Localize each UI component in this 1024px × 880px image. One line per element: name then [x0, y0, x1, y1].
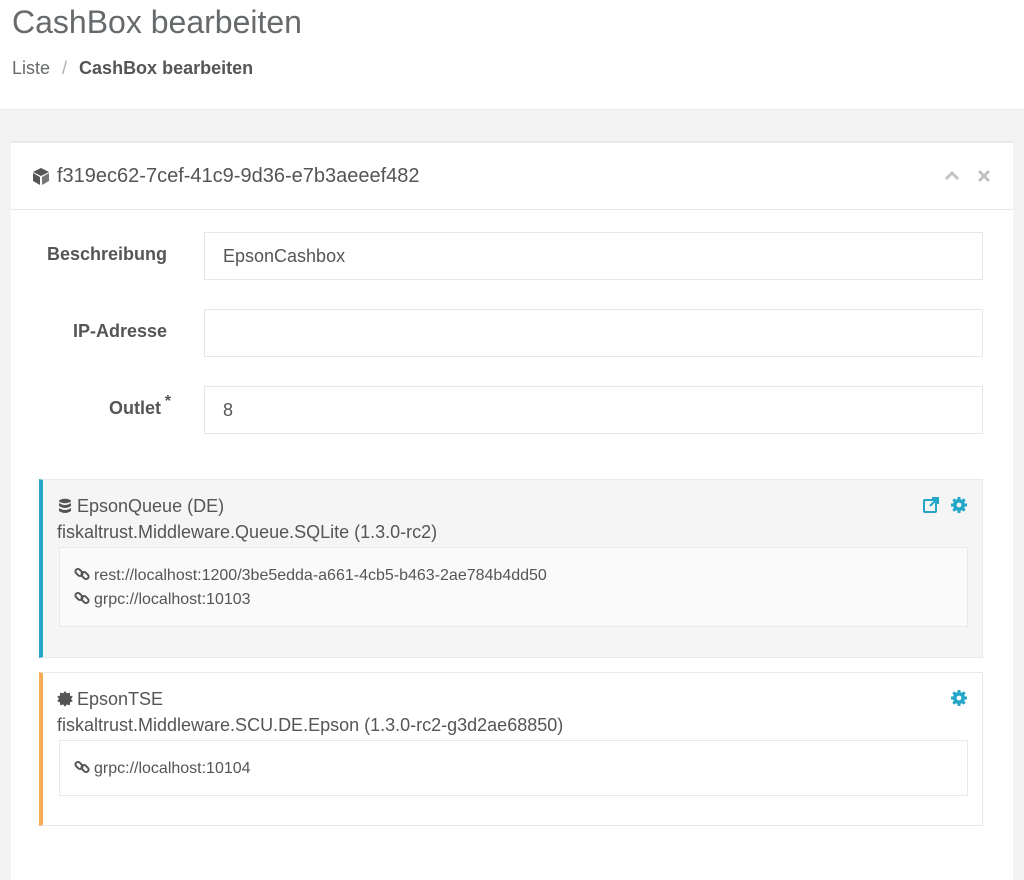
- chevron-up-icon[interactable]: [943, 167, 961, 185]
- description-label: Beschreibung: [46, 244, 167, 264]
- breadcrumb: Liste / CashBox bearbeiten: [12, 57, 253, 79]
- outlet-row: Outlet *: [11, 386, 1013, 434]
- breadcrumb-list-link[interactable]: Liste: [12, 58, 50, 78]
- close-icon[interactable]: [975, 167, 993, 185]
- cashbox-panel: f319ec62-7cef-41c9-9d36-e7b3aeeef482 Bes…: [11, 141, 1013, 880]
- url-text: rest://localhost:1200/3be5edda-a661-4cb5…: [94, 567, 547, 584]
- url-text: grpc://localhost:10104: [94, 760, 251, 777]
- ip-address-input[interactable]: [204, 309, 983, 357]
- panel-header: f319ec62-7cef-41c9-9d36-e7b3aeeef482: [11, 143, 1013, 210]
- url-item[interactable]: rest://localhost:1200/3be5edda-a661-4cb5…: [74, 566, 547, 586]
- gear-icon[interactable]: [950, 689, 968, 707]
- outlet-input[interactable]: [204, 386, 983, 434]
- queue-url-box: rest://localhost:1200/3be5edda-a661-4cb5…: [59, 547, 968, 627]
- scu-actions: [944, 689, 968, 712]
- gear-icon[interactable]: [950, 496, 968, 514]
- breadcrumb-current: CashBox bearbeiten: [79, 58, 254, 78]
- ip-address-row: IP-Adresse: [11, 309, 1013, 357]
- queue-package-card: EpsonQueue (DE) fiskaltrust.Middleware.Q…: [39, 479, 983, 658]
- external-link-icon[interactable]: [922, 496, 940, 514]
- queue-package-name: fiskaltrust.Middleware.Queue.SQLite (1.3…: [57, 522, 438, 542]
- breadcrumb-separator: /: [62, 58, 68, 78]
- outlet-label-text: Outlet: [109, 398, 161, 418]
- panel-tools: [933, 167, 993, 190]
- url-item[interactable]: grpc://localhost:10104: [74, 759, 251, 779]
- scu-header: EpsonTSE: [57, 687, 163, 711]
- database-icon: [59, 498, 71, 513]
- queue-header: EpsonQueue (DE): [57, 494, 224, 518]
- scu-package-name: fiskaltrust.Middleware.SCU.DE.Epson (1.3…: [57, 715, 564, 735]
- page-title: CashBox bearbeiten: [12, 4, 302, 40]
- url-text: grpc://localhost:10103: [94, 591, 251, 608]
- scu-name: EpsonTSE: [77, 689, 164, 709]
- queue-name: EpsonQueue (DE): [77, 496, 225, 516]
- cube-icon: [33, 168, 49, 185]
- certificate-icon: [57, 691, 73, 707]
- url-item[interactable]: grpc://localhost:10103: [74, 590, 251, 610]
- scu-package-card: EpsonTSE fiskaltrust.Middleware.SCU.DE.E…: [39, 672, 983, 826]
- required-marker: *: [164, 393, 171, 410]
- panel-title: f319ec62-7cef-41c9-9d36-e7b3aeeef482: [57, 165, 420, 187]
- description-row: Beschreibung: [11, 232, 1013, 280]
- scu-url-box: grpc://localhost:10104: [59, 740, 968, 796]
- description-input[interactable]: [204, 232, 983, 280]
- link-icon: [74, 760, 90, 774]
- outlet-label: Outlet *: [109, 393, 171, 418]
- page-heading: CashBox bearbeiten Liste / CashBox bearbei…: [0, 0, 1024, 110]
- link-icon: [74, 591, 90, 605]
- ip-address-label: IP-Adresse: [72, 321, 167, 341]
- link-icon: [74, 567, 90, 581]
- queue-actions: [916, 496, 968, 519]
